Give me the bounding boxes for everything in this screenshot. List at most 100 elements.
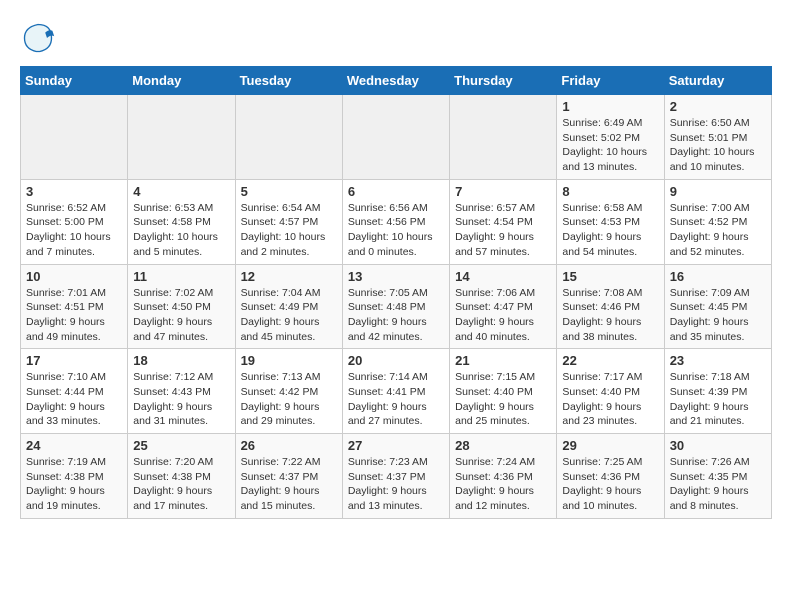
day-number: 2 — [670, 99, 766, 114]
calendar-cell: 14 Sunrise: 7:06 AM Sunset: 4:47 PM Dayli… — [450, 264, 557, 349]
calendar-cell: 25 Sunrise: 7:20 AM Sunset: 4:38 PM Dayli… — [128, 434, 235, 519]
calendar-cell: 21Sunrise: 7:15 AM Sunset: 4:40 PM Dayli… — [450, 349, 557, 434]
day-info: Sunrise: 6:54 AM Sunset: 4:57 PM Dayligh… — [241, 201, 337, 260]
day-info: Sunrise: 7:04 AM Sunset: 4:49 PM Dayligh… — [241, 286, 337, 345]
logo — [20, 20, 60, 56]
calendar-cell: 22 Sunrise: 7:17 AM Sunset: 4:40 PM Dayli… — [557, 349, 664, 434]
calendar-week-1: 1 Sunrise: 6:49 AM Sunset: 5:02 PM Daylig… — [21, 95, 772, 180]
day-number: 6 — [348, 184, 444, 199]
day-number: 29 — [562, 438, 658, 453]
calendar-header: SundayMondayTuesdayWednesdayThursdayFrid… — [21, 67, 772, 95]
calendar-cell — [342, 95, 449, 180]
day-info: Sunrise: 7:20 AM Sunset: 4:38 PM Dayligh… — [133, 455, 229, 514]
weekday-header-wednesday: Wednesday — [342, 67, 449, 95]
weekday-header-friday: Friday — [557, 67, 664, 95]
day-number: 11 — [133, 269, 229, 284]
day-number: 25 — [133, 438, 229, 453]
calendar-cell: 11 Sunrise: 7:02 AM Sunset: 4:50 PM Dayli… — [128, 264, 235, 349]
day-number: 30 — [670, 438, 766, 453]
day-info: Sunrise: 6:52 AM Sunset: 5:00 PM Dayligh… — [26, 201, 122, 260]
day-info: Sunrise: 6:50 AM Sunset: 5:01 PM Dayligh… — [670, 116, 766, 175]
day-number: 19 — [241, 353, 337, 368]
calendar-week-4: 17 Sunrise: 7:10 AM Sunset: 4:44 PM Dayli… — [21, 349, 772, 434]
calendar-cell — [128, 95, 235, 180]
day-info: Sunrise: 7:17 AM Sunset: 4:40 PM Dayligh… — [562, 370, 658, 429]
calendar-cell: 7Sunrise: 6:57 AM Sunset: 4:54 PM Daylig… — [450, 179, 557, 264]
day-number: 5 — [241, 184, 337, 199]
day-number: 20 — [348, 353, 444, 368]
day-number: 23 — [670, 353, 766, 368]
day-info: Sunrise: 7:23 AM Sunset: 4:37 PM Dayligh… — [348, 455, 444, 514]
day-number: 10 — [26, 269, 122, 284]
day-number: 16 — [670, 269, 766, 284]
calendar-cell: 17 Sunrise: 7:10 AM Sunset: 4:44 PM Dayli… — [21, 349, 128, 434]
calendar-week-5: 24 Sunrise: 7:19 AM Sunset: 4:38 PM Dayli… — [21, 434, 772, 519]
calendar-cell: 5 Sunrise: 6:54 AM Sunset: 4:57 PM Daylig… — [235, 179, 342, 264]
day-info: Sunrise: 7:10 AM Sunset: 4:44 PM Dayligh… — [26, 370, 122, 429]
day-number: 13 — [348, 269, 444, 284]
day-number: 4 — [133, 184, 229, 199]
day-number: 18 — [133, 353, 229, 368]
day-info: Sunrise: 7:05 AM Sunset: 4:48 PM Dayligh… — [348, 286, 444, 345]
day-number: 28 — [455, 438, 551, 453]
day-info: Sunrise: 7:00 AM Sunset: 4:52 PM Dayligh… — [670, 201, 766, 260]
calendar-body: 1 Sunrise: 6:49 AM Sunset: 5:02 PM Daylig… — [21, 95, 772, 519]
weekday-header-thursday: Thursday — [450, 67, 557, 95]
day-number: 22 — [562, 353, 658, 368]
day-info: Sunrise: 7:02 AM Sunset: 4:50 PM Dayligh… — [133, 286, 229, 345]
logo-icon — [20, 20, 56, 56]
calendar-cell: 6 Sunrise: 6:56 AM Sunset: 4:56 PM Daylig… — [342, 179, 449, 264]
calendar-cell: 10 Sunrise: 7:01 AM Sunset: 4:51 PM Dayli… — [21, 264, 128, 349]
day-number: 3 — [26, 184, 122, 199]
calendar-cell: 18 Sunrise: 7:12 AM Sunset: 4:43 PM Dayli… — [128, 349, 235, 434]
calendar-cell: 16 Sunrise: 7:09 AM Sunset: 4:45 PM Dayli… — [664, 264, 771, 349]
day-info: Sunrise: 7:19 AM Sunset: 4:38 PM Dayligh… — [26, 455, 122, 514]
calendar-week-2: 3 Sunrise: 6:52 AM Sunset: 5:00 PM Daylig… — [21, 179, 772, 264]
calendar-cell: 29Sunrise: 7:25 AM Sunset: 4:36 PM Dayli… — [557, 434, 664, 519]
calendar-cell: 20Sunrise: 7:14 AM Sunset: 4:41 PM Dayli… — [342, 349, 449, 434]
day-number: 12 — [241, 269, 337, 284]
day-number: 15 — [562, 269, 658, 284]
calendar-cell: 24 Sunrise: 7:19 AM Sunset: 4:38 PM Dayli… — [21, 434, 128, 519]
weekday-header-tuesday: Tuesday — [235, 67, 342, 95]
calendar-cell: 4 Sunrise: 6:53 AM Sunset: 4:58 PM Daylig… — [128, 179, 235, 264]
day-number: 17 — [26, 353, 122, 368]
day-number: 8 — [562, 184, 658, 199]
day-info: Sunrise: 7:01 AM Sunset: 4:51 PM Dayligh… — [26, 286, 122, 345]
weekday-header-row: SundayMondayTuesdayWednesdayThursdayFrid… — [21, 67, 772, 95]
calendar-cell — [235, 95, 342, 180]
day-number: 14 — [455, 269, 551, 284]
day-number: 27 — [348, 438, 444, 453]
calendar-cell: 12 Sunrise: 7:04 AM Sunset: 4:49 PM Dayli… — [235, 264, 342, 349]
day-info: Sunrise: 6:58 AM Sunset: 4:53 PM Dayligh… — [562, 201, 658, 260]
day-number: 7 — [455, 184, 551, 199]
calendar-cell: 27 Sunrise: 7:23 AM Sunset: 4:37 PM Dayli… — [342, 434, 449, 519]
day-info: Sunrise: 7:13 AM Sunset: 4:42 PM Dayligh… — [241, 370, 337, 429]
calendar-cell — [21, 95, 128, 180]
day-info: Sunrise: 6:56 AM Sunset: 4:56 PM Dayligh… — [348, 201, 444, 260]
day-info: Sunrise: 7:06 AM Sunset: 4:47 PM Dayligh… — [455, 286, 551, 345]
day-number: 1 — [562, 99, 658, 114]
calendar-cell: 30 Sunrise: 7:26 AM Sunset: 4:35 PM Dayli… — [664, 434, 771, 519]
day-info: Sunrise: 6:53 AM Sunset: 4:58 PM Dayligh… — [133, 201, 229, 260]
calendar-cell: 2 Sunrise: 6:50 AM Sunset: 5:01 PM Daylig… — [664, 95, 771, 180]
calendar-cell: 19 Sunrise: 7:13 AM Sunset: 4:42 PM Dayli… — [235, 349, 342, 434]
calendar-cell: 3 Sunrise: 6:52 AM Sunset: 5:00 PM Daylig… — [21, 179, 128, 264]
calendar-cell: 1 Sunrise: 6:49 AM Sunset: 5:02 PM Daylig… — [557, 95, 664, 180]
calendar-cell: 15Sunrise: 7:08 AM Sunset: 4:46 PM Dayli… — [557, 264, 664, 349]
calendar-cell — [450, 95, 557, 180]
day-info: Sunrise: 7:26 AM Sunset: 4:35 PM Dayligh… — [670, 455, 766, 514]
weekday-header-monday: Monday — [128, 67, 235, 95]
calendar-week-3: 10 Sunrise: 7:01 AM Sunset: 4:51 PM Dayli… — [21, 264, 772, 349]
day-info: Sunrise: 7:22 AM Sunset: 4:37 PM Dayligh… — [241, 455, 337, 514]
calendar-cell: 9 Sunrise: 7:00 AM Sunset: 4:52 PM Daylig… — [664, 179, 771, 264]
page-header — [20, 20, 772, 56]
day-number: 24 — [26, 438, 122, 453]
day-number: 9 — [670, 184, 766, 199]
calendar-table: SundayMondayTuesdayWednesdayThursdayFrid… — [20, 66, 772, 519]
day-info: Sunrise: 7:18 AM Sunset: 4:39 PM Dayligh… — [670, 370, 766, 429]
day-info: Sunrise: 7:12 AM Sunset: 4:43 PM Dayligh… — [133, 370, 229, 429]
day-number: 26 — [241, 438, 337, 453]
day-info: Sunrise: 6:49 AM Sunset: 5:02 PM Dayligh… — [562, 116, 658, 175]
day-info: Sunrise: 7:09 AM Sunset: 4:45 PM Dayligh… — [670, 286, 766, 345]
